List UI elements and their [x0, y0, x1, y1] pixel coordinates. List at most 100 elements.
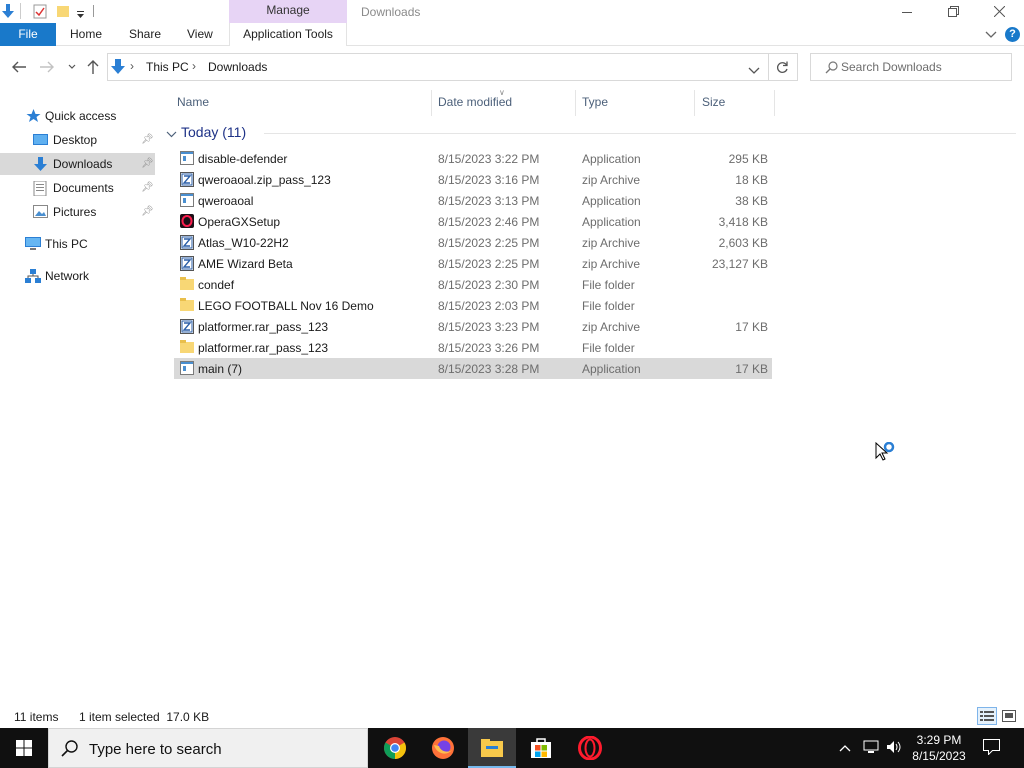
- sidebar-item-quick-access[interactable]: Quick access: [0, 105, 155, 127]
- file-row[interactable]: AME Wizard Beta 8/15/2023 2:25 PM zip Arch…: [174, 253, 772, 274]
- tab-manage[interactable]: Manage: [229, 0, 347, 23]
- file-row[interactable]: condef 8/15/2023 2:30 PM File folder: [174, 274, 772, 295]
- forward-button[interactable]: [38, 58, 56, 76]
- file-name: AME Wizard Beta: [198, 257, 293, 271]
- taskbar-app-store[interactable]: [517, 728, 565, 768]
- file-size: 38 KB: [735, 194, 768, 208]
- large-icons-view-button[interactable]: [999, 707, 1019, 725]
- file-row[interactable]: platformer.rar_pass_123 8/15/2023 3:23 PM…: [174, 316, 772, 337]
- file-row[interactable]: main (7) 8/15/2023 3:28 PM Application 17 K…: [174, 358, 772, 379]
- refresh-icon: [776, 61, 788, 73]
- file-row[interactable]: disable-defender 8/15/2023 3:22 PM Applica…: [174, 148, 772, 169]
- customize-qat-icon[interactable]: [76, 8, 85, 22]
- file-type: File folder: [582, 341, 635, 355]
- pin-icon[interactable]: 📌︎: [141, 206, 154, 217]
- group-header-today[interactable]: Today (11): [165, 123, 1016, 143]
- network-status-icon[interactable]: [863, 740, 879, 757]
- back-arrow-icon: [12, 61, 26, 73]
- tab-view[interactable]: View: [187, 23, 213, 46]
- minimize-button[interactable]: [884, 0, 930, 23]
- file-row[interactable]: OperaGXSetup 8/15/2023 2:46 PM Application…: [174, 211, 772, 232]
- sidebar-item-pictures[interactable]: Pictures 📌︎: [0, 201, 155, 223]
- file-row[interactable]: LEGO FOOTBALL Nov 16 Demo 8/15/2023 2:03 …: [174, 295, 772, 316]
- zip-icon: [180, 235, 194, 250]
- file-name: platformer.rar_pass_123: [198, 341, 329, 355]
- chevron-up-icon: [839, 745, 851, 752]
- properties-icon[interactable]: [33, 4, 47, 22]
- windows-logo-icon: [16, 740, 32, 756]
- pin-icon[interactable]: 📌︎: [141, 158, 154, 169]
- file-size: 17 KB: [735, 320, 768, 334]
- column-header-name[interactable]: Name: [177, 95, 209, 109]
- up-arrow-icon: [87, 60, 99, 74]
- taskbar-search-box[interactable]: Type here to search: [48, 728, 368, 768]
- computer-icon: [25, 237, 41, 251]
- status-bar: 11 items 1 item selected 17.0 KB: [0, 704, 1024, 728]
- back-button[interactable]: [10, 58, 28, 76]
- file-date-modified: 8/15/2023 3:28 PM: [438, 362, 540, 376]
- chevron-down-icon[interactable]: [166, 127, 177, 141]
- tab-file[interactable]: File: [0, 23, 56, 46]
- file-row[interactable]: qweroaoal 8/15/2023 3:13 PM Application 38 …: [174, 190, 772, 211]
- show-hidden-icons-button[interactable]: [839, 741, 851, 755]
- folder-icon: [180, 298, 194, 313]
- chevron-down-icon: [748, 67, 760, 74]
- new-folder-icon[interactable]: [56, 4, 70, 21]
- file-name: Atlas_W10-22H2: [198, 236, 289, 250]
- tab-application-tools[interactable]: Application Tools: [229, 23, 347, 46]
- address-bar[interactable]: › This PC › Downloads: [107, 53, 769, 81]
- sidebar-item-label: This PC: [45, 237, 88, 251]
- title-bar: Manage Downloads: [0, 0, 1024, 23]
- file-date-modified: 8/15/2023 3:16 PM: [438, 173, 540, 187]
- sidebar-item-desktop[interactable]: Desktop 📌︎: [0, 129, 155, 151]
- pin-icon[interactable]: 📌︎: [141, 182, 154, 193]
- taskbar-app-opera[interactable]: [566, 728, 614, 768]
- column-header-size[interactable]: Size: [702, 95, 725, 109]
- sidebar-item-network[interactable]: Network: [0, 265, 155, 287]
- details-view-icon: [980, 711, 994, 721]
- breadcrumb-this-pc[interactable]: This PC: [146, 60, 189, 74]
- file-row[interactable]: platformer.rar_pass_123 8/15/2023 3:26 PM…: [174, 337, 772, 358]
- recent-locations-button[interactable]: [63, 58, 81, 76]
- expand-ribbon-icon[interactable]: [985, 28, 997, 42]
- breadcrumb-downloads[interactable]: Downloads: [208, 60, 267, 74]
- sidebar-item-documents[interactable]: Documents 📌︎: [0, 177, 155, 199]
- help-icon[interactable]: ?: [1005, 27, 1020, 42]
- up-button[interactable]: [84, 58, 102, 76]
- action-center-button[interactable]: [983, 739, 1000, 758]
- pin-icon[interactable]: 📌︎: [141, 134, 154, 145]
- zip-icon: [180, 172, 194, 187]
- file-row[interactable]: qweroaoal.zip_pass_123 8/15/2023 3:16 PM z…: [174, 169, 772, 190]
- close-button[interactable]: [976, 0, 1022, 23]
- taskbar-app-chrome[interactable]: [371, 728, 419, 768]
- address-history-button[interactable]: [748, 64, 760, 78]
- file-row[interactable]: Atlas_W10-22H2 8/15/2023 2:25 PM zip Archi…: [174, 232, 772, 253]
- breadcrumb-separator: ›: [192, 59, 196, 73]
- downloads-folder-icon: [110, 59, 126, 78]
- file-size: 3,418 KB: [718, 215, 768, 229]
- sidebar-item-downloads[interactable]: Downloads 📌︎: [0, 153, 155, 175]
- taskbar-app-file-explorer[interactable]: [468, 728, 516, 768]
- start-button[interactable]: [0, 728, 48, 768]
- app-icon: [180, 151, 194, 166]
- details-view-button[interactable]: [977, 707, 997, 725]
- search-input[interactable]: [841, 59, 1006, 75]
- refresh-button[interactable]: [768, 53, 798, 81]
- system-clock[interactable]: 3:29 PM 8/15/2023: [908, 732, 970, 764]
- column-header-date-modified[interactable]: Date modified: [438, 95, 512, 109]
- file-date-modified: 8/15/2023 3:13 PM: [438, 194, 540, 208]
- search-icon: [825, 61, 838, 77]
- search-box[interactable]: [810, 53, 1012, 81]
- tab-share[interactable]: Share: [129, 23, 161, 46]
- sidebar-item-this-pc[interactable]: This PC: [0, 233, 155, 255]
- download-arrow-icon[interactable]: [1, 4, 15, 22]
- file-type: File folder: [582, 299, 635, 313]
- sidebar-item-label: Documents: [53, 181, 114, 195]
- tab-home[interactable]: Home: [70, 23, 102, 46]
- column-header-type[interactable]: Type: [582, 95, 608, 109]
- restore-icon: [947, 6, 959, 17]
- file-date-modified: 8/15/2023 3:23 PM: [438, 320, 540, 334]
- volume-icon[interactable]: [886, 740, 902, 757]
- restore-button[interactable]: [930, 0, 976, 23]
- taskbar-app-firefox[interactable]: [419, 728, 467, 768]
